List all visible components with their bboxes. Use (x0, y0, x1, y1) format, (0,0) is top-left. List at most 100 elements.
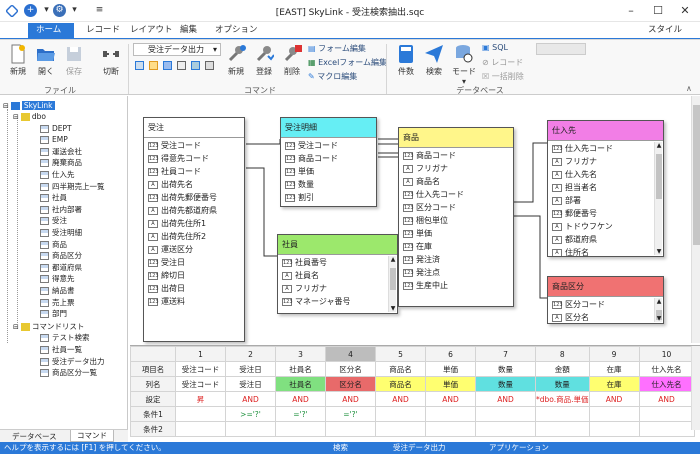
entity-field[interactable]: A トドウフケン (548, 220, 663, 233)
grid-cell[interactable]: 受注コード (175, 376, 226, 392)
entity-field[interactable]: A 商品名 (399, 175, 513, 188)
scroll-thumb[interactable] (693, 105, 700, 245)
maximize-button[interactable]: ☐ (645, 2, 671, 19)
tree-table-item[interactable]: 四半期売上一覧 (40, 181, 105, 192)
layout-mode-4-icon[interactable] (177, 61, 186, 70)
grid-cell[interactable]: AND (275, 391, 326, 407)
entity-field[interactable]: A 部署 (548, 194, 663, 207)
entity-field[interactable]: A 出荷先住所1 (144, 217, 244, 230)
grid-cell[interactable] (325, 421, 376, 437)
grid-cell[interactable] (475, 406, 536, 422)
entity-field[interactable]: A 仕入先名 (548, 168, 663, 181)
grid-cell[interactable]: ='?' (275, 406, 326, 422)
grid-cell[interactable] (425, 406, 476, 422)
grid-cell[interactable]: 区分名 (325, 361, 376, 377)
file-new-button[interactable]: 新規 (6, 44, 30, 77)
entity-field[interactable]: A 都道府県 (548, 233, 663, 246)
scroll-down-icon[interactable]: ▼ (655, 248, 663, 255)
grid-cell[interactable]: 単価 (425, 376, 476, 392)
grid-cell[interactable]: AND (225, 391, 276, 407)
entity-field[interactable]: A 担当者名 (548, 181, 663, 194)
collapse-ribbon-icon[interactable]: ∧ (686, 84, 692, 93)
grid-cell[interactable]: 数量 (475, 376, 536, 392)
canvas-scrollbar[interactable] (691, 96, 700, 343)
cmd-register-button[interactable]: 登録 (252, 44, 276, 77)
count-button[interactable]: 件数 (394, 44, 418, 77)
entity-field[interactable]: A 出荷先都道府県 (144, 204, 244, 217)
mode-button[interactable]: モード ▾ (450, 44, 478, 86)
form-edit-link[interactable]: ▤ フォーム編集 (308, 43, 366, 54)
entity-juchu[interactable]: 受注 123 受注コード 123 得意先コード 123 社員コード A 出荷先名 123 出荷先郵便… (143, 117, 245, 342)
grid-cell[interactable]: 区分名 (325, 376, 376, 392)
tab-command[interactable]: コマンド (70, 430, 114, 442)
grid-cell[interactable]: 商品名 (375, 376, 426, 392)
entity-field[interactable]: 123 出荷先郵便番号 (144, 191, 244, 204)
grid-cell[interactable]: 数量 (475, 361, 536, 377)
tab-home[interactable]: ホーム (28, 23, 74, 39)
grid-cell[interactable] (275, 421, 326, 437)
entity-field[interactable]: 123 梱包単位 (399, 214, 513, 227)
macro-edit-link[interactable]: ✎ マクロ編集 (308, 71, 357, 82)
grid-cell[interactable]: 数量 (535, 376, 590, 392)
cmd-new-button[interactable]: 新規 (224, 44, 248, 77)
search-button[interactable]: 検索 (422, 44, 446, 77)
grid-cell[interactable]: 在庫 (588, 376, 640, 392)
entity-field[interactable]: 123 単価 (399, 227, 513, 240)
grid-cell[interactable]: ='?' (325, 406, 376, 422)
disconnect-button[interactable]: 切断 (98, 44, 124, 77)
grid-cell[interactable]: 仕入先名 (638, 361, 695, 377)
entity-field[interactable]: 123 割引 (281, 191, 376, 204)
entity-field[interactable]: 123 締切日 (144, 269, 244, 282)
grid-cell[interactable] (375, 421, 426, 437)
layout-mode-2-icon[interactable] (149, 61, 158, 70)
layout-mode-1-icon[interactable] (135, 61, 144, 70)
grid-cell[interactable]: 受注日 (225, 376, 276, 392)
entity-title[interactable]: 受注明細 (281, 118, 376, 138)
grid-cell[interactable]: AND (425, 391, 476, 407)
entity-title[interactable]: 受注 (144, 118, 244, 138)
scroll-down-icon[interactable]: ▼ (389, 305, 397, 312)
grid-cell[interactable]: AND (375, 391, 426, 407)
form-dropdown[interactable]: 受注データ出力 ▾ (133, 43, 221, 56)
collapse-icon[interactable]: ⊟ (13, 323, 19, 331)
grid-cell[interactable]: 商品名 (375, 361, 426, 377)
entity-field[interactable]: 123 受注日 (144, 256, 244, 269)
grid-scrollbar[interactable] (691, 346, 700, 430)
entity-field[interactable]: A 運送区分 (144, 243, 244, 256)
entity-meisai[interactable]: 受注明細 123 受注コード 123 商品コード 123 単価 123 数量 123 割引 (280, 117, 377, 207)
entity-field[interactable]: 123 単価 (281, 165, 376, 178)
grid-cell[interactable]: 単価 (425, 361, 476, 377)
scroll-thumb[interactable] (656, 154, 662, 200)
entity-field[interactable]: 123 商品コード (281, 152, 376, 165)
entity-field[interactable]: 123 仕入先コード (548, 142, 663, 155)
entity-field[interactable]: 123 社員コード (144, 165, 244, 178)
grid-cell[interactable]: AND (475, 391, 536, 407)
entity-field[interactable]: 123 得意先コード (144, 152, 244, 165)
grid-cell[interactable]: *dbo.商品.単価 (535, 391, 590, 407)
sql-link[interactable]: ▣ SQL (482, 43, 508, 52)
grid-cell[interactable] (638, 421, 695, 437)
tab-edit[interactable]: 編集 (172, 23, 205, 39)
layout-mode-5-icon[interactable] (191, 61, 200, 70)
cmd-delete-button[interactable]: 削除 (280, 44, 304, 77)
entity-field[interactable]: A フリガナ (278, 282, 397, 295)
tab-database[interactable]: データベース (12, 431, 57, 442)
grid-cell[interactable] (535, 406, 590, 422)
scroll-up-icon[interactable]: ▲ (655, 142, 663, 149)
grid-cell[interactable] (638, 406, 695, 422)
entity-field[interactable]: 123 生産中止 (399, 279, 513, 292)
entity-shain[interactable]: 社員 123 社員番号 A 社員名 A フリガナ 123 マネージャ番号 ▲ ▼ (277, 234, 398, 314)
entity-shiiresaki[interactable]: 仕入先 123 仕入先コード A フリガナ A 仕入先名 A 担当者名 A 部署 123 郵便番号 A トド… (547, 120, 664, 257)
entity-shohin[interactable]: 商品 123 商品コード A フリガナ A 商品名 123 仕入先コード 123 区分コード 123 梱… (398, 127, 514, 307)
entity-field[interactable]: 123 商品コード (399, 149, 513, 162)
file-save-button[interactable]: 保存 (62, 44, 86, 77)
entity-field[interactable]: 123 受注コード (144, 139, 244, 152)
scroll-up-icon[interactable]: ▲ (655, 298, 663, 305)
entity-scrollbar[interactable]: ▲ ▼ (654, 298, 662, 322)
entity-field[interactable]: 123 出荷日 (144, 282, 244, 295)
tree-table-item[interactable]: 都道府県 (40, 262, 82, 273)
file-open-button[interactable]: 開く (34, 44, 58, 77)
grid-cell[interactable]: AND (638, 391, 695, 407)
entity-field[interactable]: 123 数量 (281, 178, 376, 191)
record-link[interactable]: ⊘ レコード (482, 57, 523, 68)
